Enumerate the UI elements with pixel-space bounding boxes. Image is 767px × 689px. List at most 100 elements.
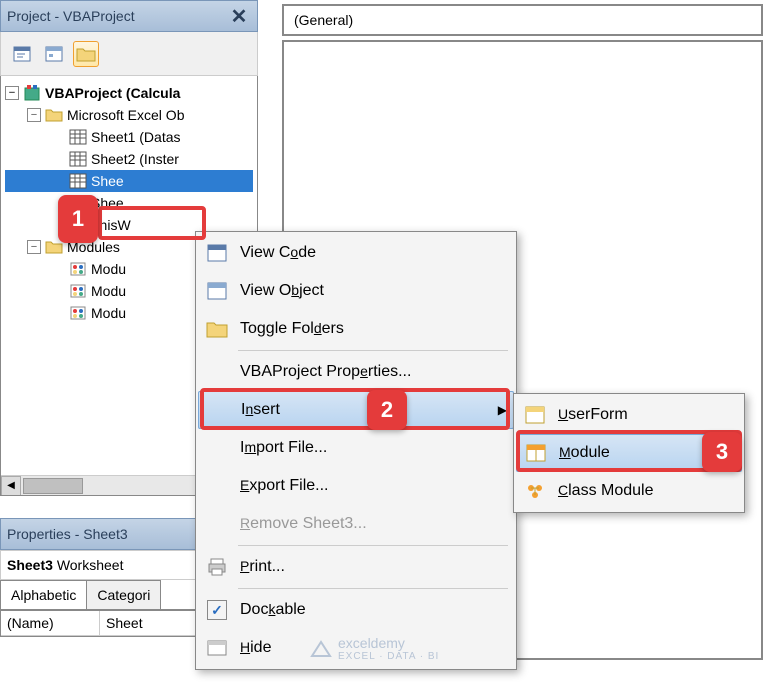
folder-icon xyxy=(45,106,63,124)
properties-panel-header: Properties - Sheet3 xyxy=(0,518,200,550)
menu-separator xyxy=(238,545,508,546)
watermark-icon xyxy=(310,638,332,660)
view-code-button[interactable] xyxy=(9,41,35,67)
blank-icon xyxy=(205,397,231,423)
module-icon xyxy=(69,304,87,322)
menu-label: Class Module xyxy=(558,482,736,500)
project-icon xyxy=(23,84,41,102)
view-object-button[interactable] xyxy=(41,41,67,67)
callout-1: 1 xyxy=(58,195,98,243)
code-icon xyxy=(204,240,230,266)
tree-folder-excel-objects[interactable]: − Microsoft Excel Ob xyxy=(5,104,253,126)
context-menu: View Code View Object Toggle Folders VBA… xyxy=(195,231,517,670)
menu-label: Print... xyxy=(240,558,508,576)
module-label: Modu xyxy=(91,261,126,277)
module-icon xyxy=(69,282,87,300)
properties-panel: Properties - Sheet3 Sheet3 Worksheet Alp… xyxy=(0,518,200,637)
excel-objects-label: Microsoft Excel Ob xyxy=(67,107,184,123)
watermark-name: exceldemy xyxy=(338,635,439,651)
menu-label: View Code xyxy=(240,244,508,262)
project-root-label: VBAProject (Calcula xyxy=(45,85,180,101)
callout-2: 2 xyxy=(367,390,407,430)
worksheet-icon xyxy=(69,150,87,168)
code-icon xyxy=(13,46,31,62)
blank-icon xyxy=(204,359,230,385)
menu-label: VBAProject Properties... xyxy=(240,363,508,381)
blank-icon xyxy=(204,435,230,461)
menu-label: View Object xyxy=(240,282,508,300)
menu-remove: Remove Sheet3... xyxy=(198,505,514,543)
project-toolbar xyxy=(0,32,258,76)
object-name: Sheet3 xyxy=(7,557,53,573)
blank-icon xyxy=(204,473,230,499)
object-dropdown[interactable]: (General) xyxy=(282,4,763,36)
scroll-thumb[interactable] xyxy=(23,478,83,494)
scroll-left-icon[interactable]: ◀ xyxy=(1,476,21,496)
module-icon xyxy=(523,440,549,466)
properties-object-selector[interactable]: Sheet3 Worksheet xyxy=(0,550,200,580)
menu-label: Export File... xyxy=(240,477,508,495)
tree-item-sheet1[interactable]: Sheet1 (Datas xyxy=(5,126,253,148)
menu-dockable[interactable]: ✓ Dockable xyxy=(198,591,514,629)
window-icon xyxy=(204,635,230,661)
submenu-class-module[interactable]: Class Module xyxy=(516,472,742,510)
project-panel-header: Project - VBAProject ✕ xyxy=(0,0,258,32)
watermark-tag: EXCEL · DATA · BI xyxy=(338,651,439,662)
class-module-icon xyxy=(522,478,548,504)
menu-label: Import File... xyxy=(240,439,508,457)
property-value[interactable]: Sheet xyxy=(100,611,199,635)
object-dropdown-value: (General) xyxy=(294,12,353,28)
menu-import-file[interactable]: Import File... xyxy=(198,429,514,467)
menu-export-file[interactable]: Export File... xyxy=(198,467,514,505)
menu-insert[interactable]: Insert ▶ xyxy=(198,391,514,429)
menu-separator xyxy=(238,350,508,351)
menu-label: Toggle Folders xyxy=(240,320,508,338)
menu-label: UserForm xyxy=(558,406,736,424)
collapse-icon[interactable]: − xyxy=(27,240,41,254)
userform-icon xyxy=(522,402,548,428)
blank-icon xyxy=(204,511,230,537)
module-label: Modu xyxy=(91,305,126,321)
menu-vbaproject-properties[interactable]: VBAProject Properties... xyxy=(198,353,514,391)
tab-alphabetic[interactable]: Alphabetic xyxy=(0,580,87,609)
menu-label: Remove Sheet3... xyxy=(240,515,508,533)
collapse-icon[interactable]: − xyxy=(5,86,19,100)
form-icon xyxy=(204,278,230,304)
submenu-userform[interactable]: UserForm xyxy=(516,396,742,434)
folder-icon xyxy=(76,46,96,62)
toggle-folders-button[interactable] xyxy=(73,41,99,67)
menu-print[interactable]: Print... xyxy=(198,548,514,586)
worksheet-icon xyxy=(69,128,87,146)
worksheet-icon xyxy=(69,172,87,190)
close-icon[interactable]: ✕ xyxy=(227,4,251,28)
chevron-right-icon: ▶ xyxy=(498,403,507,417)
collapse-icon[interactable]: − xyxy=(27,108,41,122)
callout-3: 3 xyxy=(702,432,742,472)
tab-categorized[interactable]: Categori xyxy=(86,580,161,609)
object-type: Worksheet xyxy=(57,557,124,573)
menu-separator xyxy=(238,588,508,589)
menu-view-object[interactable]: View Object xyxy=(198,272,514,310)
tree-item-sheet4[interactable]: Shee xyxy=(5,192,253,214)
menu-label: Dockable xyxy=(240,601,508,619)
watermark: exceldemy EXCEL · DATA · BI xyxy=(310,635,439,662)
sheet-label: Sheet2 (Inster xyxy=(91,151,179,167)
module-label: Modu xyxy=(91,283,126,299)
tree-root[interactable]: − VBAProject (Calcula xyxy=(5,82,253,104)
menu-view-code[interactable]: View Code xyxy=(198,234,514,272)
properties-tabs: Alphabetic Categori xyxy=(0,580,200,610)
properties-grid[interactable]: (Name) Sheet xyxy=(0,610,200,637)
properties-panel-title: Properties - Sheet3 xyxy=(7,526,128,542)
form-icon xyxy=(45,46,63,62)
checkbox-checked-icon: ✓ xyxy=(204,597,230,623)
module-icon xyxy=(69,260,87,278)
printer-icon xyxy=(204,554,230,580)
tree-item-sheet2[interactable]: Sheet2 (Inster xyxy=(5,148,253,170)
property-row[interactable]: (Name) Sheet xyxy=(1,611,199,636)
menu-toggle-folders[interactable]: Toggle Folders xyxy=(198,310,514,348)
property-name: (Name) xyxy=(1,611,100,635)
tree-item-sheet3-selected[interactable]: Shee xyxy=(5,170,253,192)
sheet-label: Shee xyxy=(91,173,124,189)
folder-icon xyxy=(204,316,230,342)
sheet-label: Sheet1 (Datas xyxy=(91,129,181,145)
